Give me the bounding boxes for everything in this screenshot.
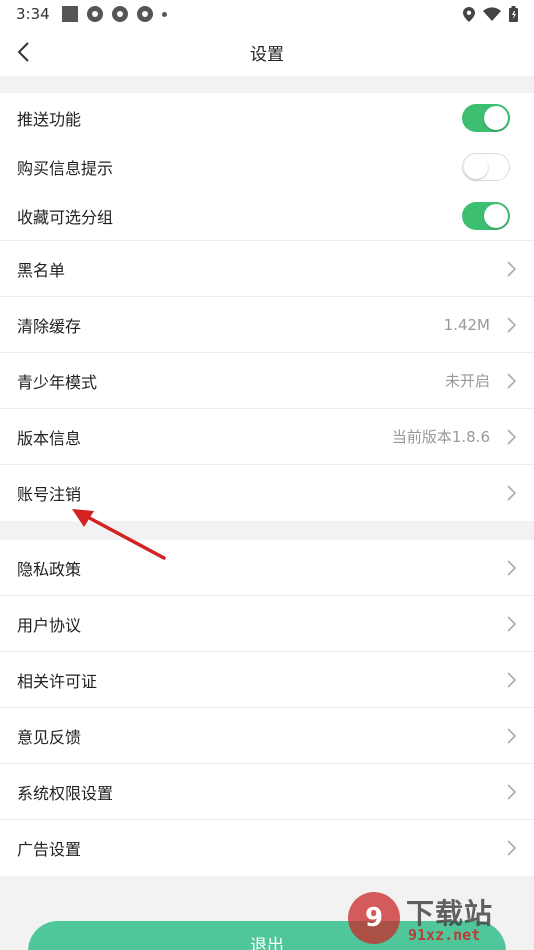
ad-settings-row[interactable]: 广告设置 xyxy=(0,820,534,876)
row-label: 黑名单 xyxy=(17,260,66,280)
row-label: 推送功能 xyxy=(17,109,82,129)
notification-square-icon xyxy=(61,6,78,22)
navbar: 设置 xyxy=(0,28,534,76)
notification-app-icon xyxy=(86,6,103,22)
clear-cache-row[interactable]: 清除缓存 1.42M xyxy=(0,297,534,353)
page-title: 设置 xyxy=(250,45,284,65)
row-label: 广告设置 xyxy=(17,840,82,859)
licenses-row[interactable]: 相关许可证 xyxy=(0,652,534,708)
push-notification-row: 推送功能 xyxy=(0,93,534,142)
location-icon xyxy=(463,6,475,22)
status-bar: 3:34 xyxy=(0,0,534,28)
notification-app-icon xyxy=(136,6,153,22)
chevron-right-icon xyxy=(507,672,517,688)
toggle-knob xyxy=(464,154,488,179)
chevron-right-icon xyxy=(507,317,517,333)
system-permissions-row[interactable]: 系统权限设置 xyxy=(0,764,534,820)
cache-size-value: 1.42M xyxy=(443,315,490,334)
teen-mode-row[interactable]: 青少年模式 未开启 xyxy=(0,353,534,409)
watermark-url: 91xz.net xyxy=(408,926,481,944)
row-label: 收藏可选分组 xyxy=(17,207,114,227)
feedback-row[interactable]: 意见反馈 xyxy=(0,708,534,764)
settings-group-2: 隐私政策 用户协议 相关许可证 意见反馈 系统权限设置 广告设置 xyxy=(0,540,534,876)
version-info-row[interactable]: 版本信息 当前版本1.8.6 xyxy=(0,409,534,465)
blacklist-row[interactable]: 黑名单 xyxy=(0,240,534,297)
chevron-right-icon xyxy=(507,485,517,501)
purchase-info-row: 购买信息提示 xyxy=(0,142,534,191)
toggle-knob xyxy=(484,203,508,228)
purchase-info-toggle[interactable] xyxy=(462,152,510,181)
favorite-group-row: 收藏可选分组 xyxy=(0,191,534,240)
account-deletion-row[interactable]: 账号注销 xyxy=(0,465,534,521)
chevron-right-icon xyxy=(507,373,517,389)
user-agreement-row[interactable]: 用户协议 xyxy=(0,596,534,652)
wifi-icon xyxy=(483,7,501,21)
notification-app-icon xyxy=(111,6,128,22)
chevron-right-icon xyxy=(507,728,517,744)
row-label: 购买信息提示 xyxy=(17,158,114,178)
chevron-right-icon xyxy=(507,560,517,576)
more-notifications-dot-icon xyxy=(161,11,167,17)
row-label: 系统权限设置 xyxy=(17,783,114,803)
row-label: 账号注销 xyxy=(17,485,82,504)
status-time: 3:34 xyxy=(16,5,50,23)
settings-group-1: 黑名单 清除缓存 1.42M 青少年模式 未开启 版本信息 当前版本1.8.6 … xyxy=(0,240,534,521)
favorite-group-toggle[interactable] xyxy=(462,201,510,230)
row-label: 隐私政策 xyxy=(17,559,82,579)
row-label: 清除缓存 xyxy=(17,316,82,336)
toggle-knob xyxy=(484,105,508,130)
watermark-badge: 9 xyxy=(348,892,400,944)
teen-mode-status: 未开启 xyxy=(444,372,490,390)
row-label: 用户协议 xyxy=(17,615,82,635)
version-value: 当前版本1.8.6 xyxy=(391,428,490,446)
watermark-logo: 9 下载站 91xz.net xyxy=(348,890,528,950)
toggle-section: 推送功能 购买信息提示 收藏可选分组 xyxy=(0,93,534,240)
chevron-right-icon xyxy=(507,840,517,856)
privacy-policy-row[interactable]: 隐私政策 xyxy=(0,540,534,596)
push-notification-toggle[interactable] xyxy=(462,103,510,132)
row-label: 相关许可证 xyxy=(17,671,98,691)
chevron-right-icon xyxy=(507,784,517,800)
chevron-right-icon xyxy=(507,616,517,632)
chevron-right-icon xyxy=(507,261,517,277)
battery-icon xyxy=(509,6,518,22)
row-label: 青少年模式 xyxy=(17,372,98,392)
row-label: 版本信息 xyxy=(17,428,82,448)
chevron-right-icon xyxy=(507,429,517,445)
row-label: 意见反馈 xyxy=(17,727,82,747)
